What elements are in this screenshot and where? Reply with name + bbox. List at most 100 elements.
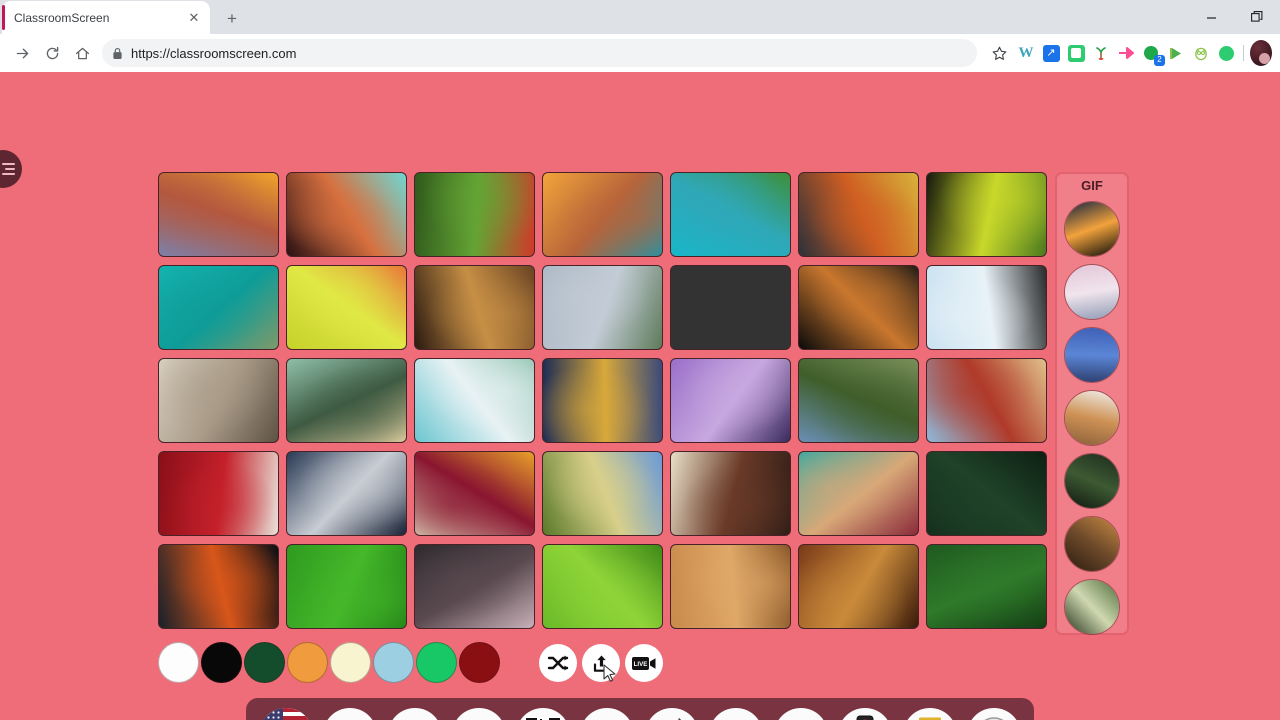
draw-box-pencil-icon[interactable]	[580, 708, 635, 720]
background-thumbnail[interactable]	[798, 544, 919, 629]
cream-swatch[interactable]	[330, 642, 371, 683]
plant-extension-icon[interactable]	[1090, 42, 1112, 64]
gif-thumbnail[interactable]	[1064, 516, 1120, 572]
background-thumbnail[interactable]	[158, 265, 279, 350]
wikipedia-extension-icon[interactable]: W	[1015, 42, 1037, 64]
gif-thumbnail[interactable]	[1064, 264, 1120, 320]
background-thumbnail[interactable]	[414, 172, 535, 257]
owl-extension-icon[interactable]	[1190, 42, 1212, 64]
address-bar[interactable]: https://classroomscreen.com	[102, 39, 977, 67]
toolbar-item-drawing-1[interactable]: drawing	[575, 708, 639, 720]
background-thumbnail[interactable]	[926, 451, 1047, 536]
tropical-island	[671, 173, 790, 256]
toolbar-item-timer[interactable]: timer	[897, 708, 961, 720]
background-thumbnail[interactable]	[414, 451, 535, 536]
toolbar-item-background[interactable]: background	[318, 708, 382, 720]
dark-red-swatch[interactable]	[459, 642, 500, 683]
dark-green-swatch[interactable]	[244, 642, 285, 683]
text-t-icon[interactable]: T	[708, 708, 763, 720]
microphone-icon[interactable]	[451, 708, 506, 720]
background-thumbnail[interactable]	[286, 544, 407, 629]
background-thumbnail[interactable]	[798, 358, 919, 443]
background-thumbnail[interactable]	[670, 544, 791, 629]
green-swatch[interactable]	[416, 642, 457, 683]
live-camera-button[interactable]: LIVE	[625, 644, 663, 682]
random-name-icon[interactable]: ?	[387, 708, 442, 720]
draw-shape-pencil-icon[interactable]	[644, 708, 699, 720]
golden-gate-bridge	[927, 359, 1046, 442]
toolbar-item-qr-code[interactable]: qr-code	[511, 708, 575, 720]
home-icon[interactable]	[68, 39, 96, 67]
clock-icon[interactable]	[966, 708, 1021, 720]
arrow-extension-icon[interactable]: ↗	[1040, 42, 1062, 64]
shuffle-button[interactable]	[539, 644, 577, 682]
toolbar-item-language[interactable]: language	[254, 708, 318, 720]
toolbar-item-clock[interactable]: clock	[962, 708, 1026, 720]
background-thumbnail[interactable]	[670, 265, 791, 350]
upload-button[interactable]	[582, 644, 620, 682]
new-tab-button[interactable]: +	[218, 4, 246, 32]
qr-code-icon[interactable]	[516, 708, 571, 720]
mountains-icon[interactable]	[323, 708, 378, 720]
background-thumbnail[interactable]	[286, 451, 407, 536]
toolbar-item-text[interactable]: Ttext	[704, 708, 768, 720]
orange-swatch[interactable]	[287, 642, 328, 683]
background-thumbnail[interactable]	[670, 172, 791, 257]
gif-thumbnail[interactable]	[1064, 453, 1120, 509]
arrow-forward-icon[interactable]	[8, 39, 36, 67]
background-thumbnail[interactable]	[926, 265, 1047, 350]
us-flag-icon[interactable]	[259, 708, 314, 720]
notes-extension-icon[interactable]	[1065, 42, 1087, 64]
toolbar-item-random-name[interactable]: ?random name	[383, 708, 447, 720]
background-thumbnail[interactable]	[798, 451, 919, 536]
background-thumbnail[interactable]	[926, 172, 1047, 257]
close-icon[interactable]: ✕	[186, 10, 202, 26]
background-thumbnail[interactable]	[414, 358, 535, 443]
background-thumbnail[interactable]	[670, 358, 791, 443]
light-blue-swatch[interactable]	[373, 642, 414, 683]
maximize-icon[interactable]	[1234, 0, 1280, 34]
hamburger-menu-button[interactable]	[0, 150, 22, 188]
reload-icon[interactable]	[38, 39, 66, 67]
background-thumbnail[interactable]	[926, 544, 1047, 629]
background-thumbnail[interactable]	[414, 265, 535, 350]
background-thumbnail[interactable]	[414, 544, 535, 629]
background-thumbnail[interactable]	[798, 172, 919, 257]
background-thumbnail[interactable]	[158, 172, 279, 257]
play-extension-icon[interactable]	[1165, 42, 1187, 64]
background-thumbnail[interactable]	[158, 544, 279, 629]
background-thumbnail[interactable]	[670, 451, 791, 536]
toolbar-item-traffic-light[interactable]: traffic light	[833, 708, 897, 720]
background-thumbnail[interactable]	[542, 544, 663, 629]
black-swatch[interactable]	[201, 642, 242, 683]
background-thumbnail[interactable]	[286, 172, 407, 257]
minimize-icon[interactable]	[1188, 0, 1234, 34]
toolbar-item-drawing-2[interactable]: drawing	[640, 708, 704, 720]
hourglass-icon[interactable]	[902, 708, 957, 720]
background-thumbnail[interactable]	[158, 451, 279, 536]
pink-arrow-extension-icon[interactable]	[1115, 42, 1137, 64]
green-circle-extension-icon[interactable]	[1215, 42, 1237, 64]
gif-thumbnail[interactable]	[1064, 327, 1120, 383]
toolbar-item-sound-level[interactable]: sound level	[447, 708, 511, 720]
background-thumbnail[interactable]	[158, 358, 279, 443]
background-thumbnail[interactable]	[286, 265, 407, 350]
white-swatch[interactable]	[158, 642, 199, 683]
background-thumbnail[interactable]	[798, 265, 919, 350]
avatar[interactable]	[1250, 40, 1272, 66]
gif-thumbnail[interactable]	[1064, 579, 1120, 635]
background-thumbnail[interactable]	[542, 451, 663, 536]
browser-tab[interactable]: ClassroomScreen ✕	[2, 1, 210, 34]
green-dot-extension-icon[interactable]: 2	[1140, 42, 1165, 66]
background-thumbnail[interactable]	[926, 358, 1047, 443]
background-thumbnail[interactable]	[542, 265, 663, 350]
background-thumbnail[interactable]	[542, 172, 663, 257]
background-thumbnail[interactable]	[542, 358, 663, 443]
traffic-light-icon[interactable]	[838, 708, 893, 720]
star-icon[interactable]	[985, 39, 1013, 67]
gif-thumbnail[interactable]	[1064, 201, 1120, 257]
gif-thumbnail[interactable]	[1064, 390, 1120, 446]
toolbar-item-worksymbols[interactable]: ?worksymbols	[768, 708, 833, 720]
background-thumbnail[interactable]	[286, 358, 407, 443]
worksymbols-icon[interactable]: ?	[773, 708, 828, 720]
